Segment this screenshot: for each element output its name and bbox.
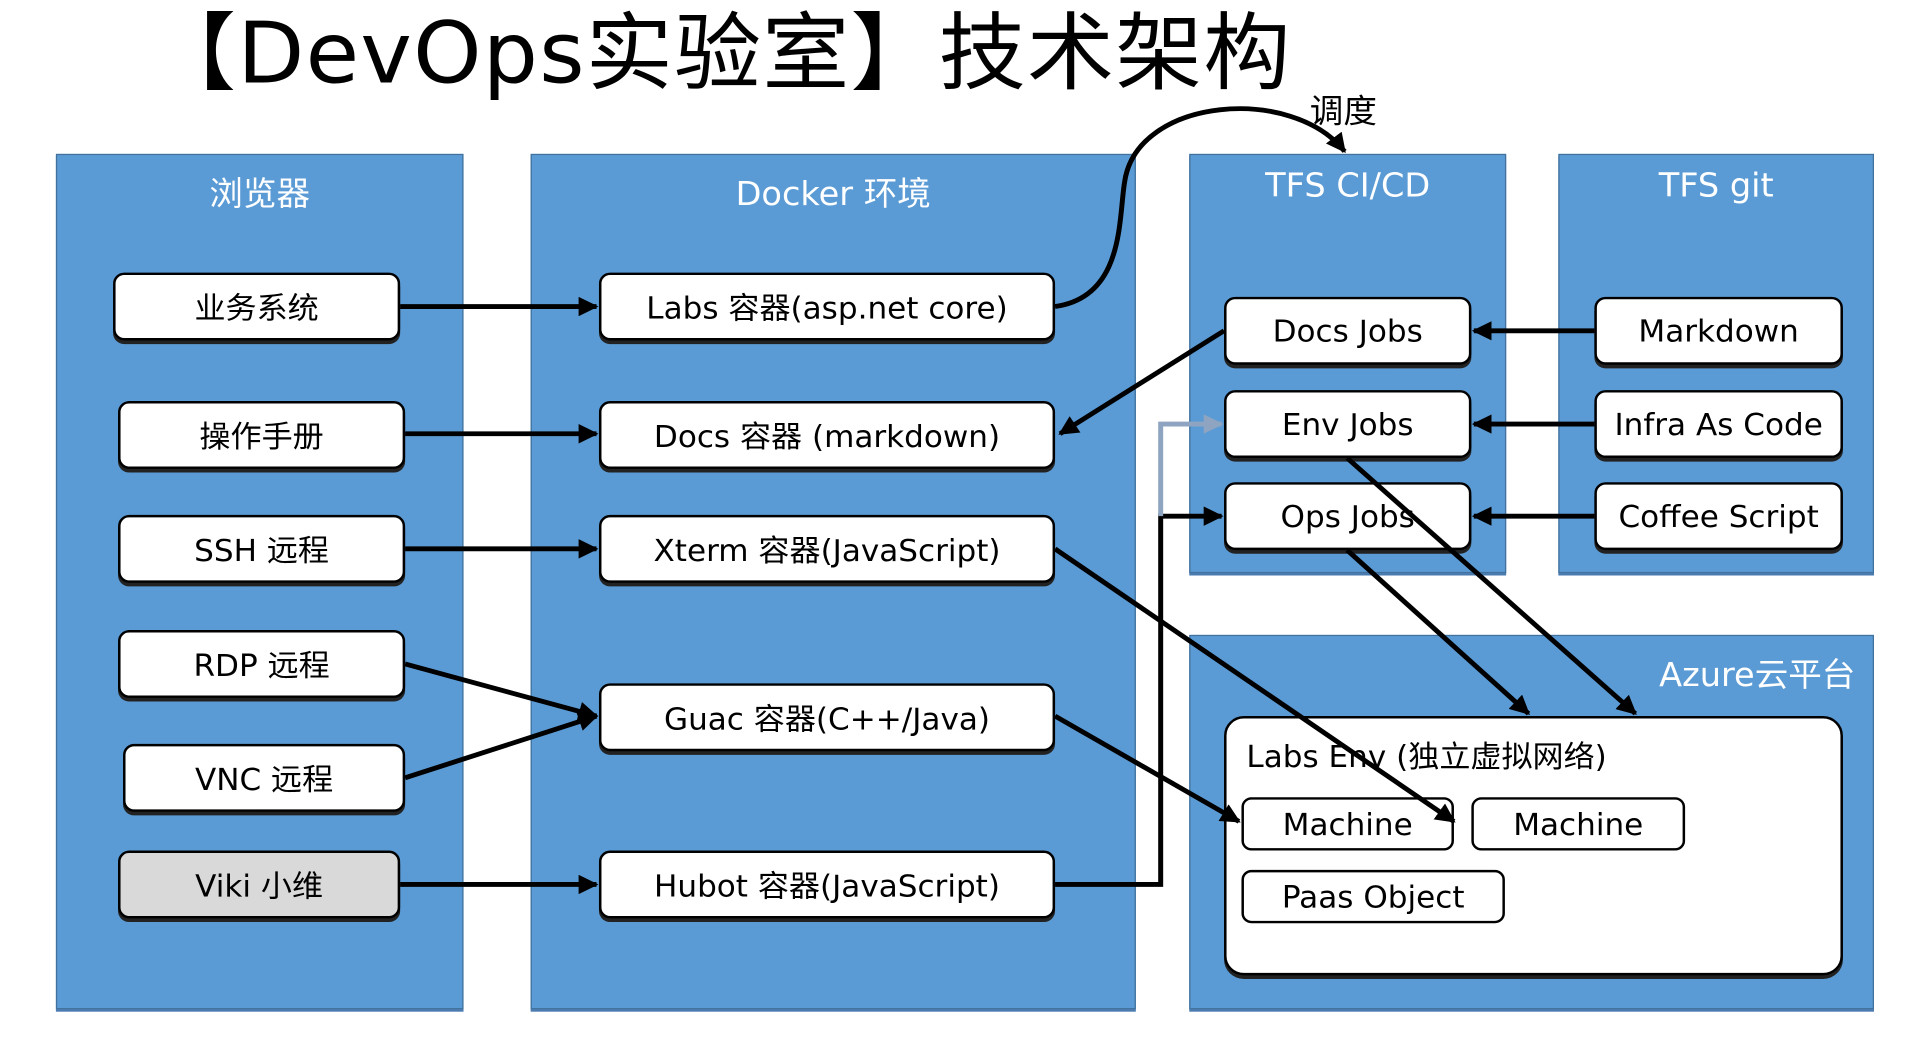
node-markdown[interactable]: Markdown — [1594, 296, 1843, 365]
node-rdp-remote[interactable]: RDP 远程 — [118, 630, 406, 698]
node-operation-manual[interactable]: 操作手册 — [118, 401, 406, 469]
node-viki-bot[interactable]: Viki 小维 — [118, 850, 401, 919]
node-ssh-remote[interactable]: SSH 远程 — [118, 514, 406, 583]
node-labs-container[interactable]: Labs 容器(asp.net core) — [598, 272, 1056, 341]
node-infra-as-code[interactable]: Infra As Code — [1594, 390, 1843, 458]
panel-title-browser: 浏览器 — [209, 175, 311, 214]
node-business-system[interactable]: 业务系统 — [113, 272, 401, 341]
page-title: 【DevOps实验室】技术架构 — [149, 3, 1292, 103]
panel-title-tfs-git: TFS git — [1658, 167, 1774, 205]
panel-title-azure: Azure云平台 — [1659, 656, 1856, 695]
node-machine-1[interactable]: Machine — [1241, 797, 1454, 851]
node-coffee-script[interactable]: Coffee Script — [1594, 482, 1843, 551]
node-hubot-container[interactable]: Hubot 容器(JavaScript) — [598, 850, 1056, 919]
node-machine-2[interactable]: Machine — [1471, 797, 1686, 851]
node-vnc-remote[interactable]: VNC 远程 — [123, 743, 406, 812]
node-docs-container[interactable]: Docs 容器 (markdown) — [598, 401, 1056, 469]
architecture-diagram: 【DevOps实验室】技术架构 浏览器 业务系统 操作手册 SSH 远程 RDP… — [0, 0, 1920, 1042]
panel-title-docker: Docker 环境 — [735, 175, 931, 214]
node-ops-jobs[interactable]: Ops Jobs — [1224, 482, 1472, 551]
node-paas-object[interactable]: Paas Object — [1241, 869, 1505, 924]
node-xterm-container[interactable]: Xterm 容器(JavaScript) — [598, 514, 1056, 583]
node-docs-jobs[interactable]: Docs Jobs — [1224, 296, 1472, 365]
schedule-label: 调度 — [1309, 93, 1377, 131]
panel-title-tfs-cicd: TFS CI/CD — [1265, 167, 1431, 205]
labs-env-title: Labs Env (独立虚拟网络) — [1246, 739, 1607, 775]
node-env-jobs[interactable]: Env Jobs — [1224, 390, 1472, 458]
node-guac-container[interactable]: Guac 容器(C++/Java) — [598, 683, 1056, 752]
